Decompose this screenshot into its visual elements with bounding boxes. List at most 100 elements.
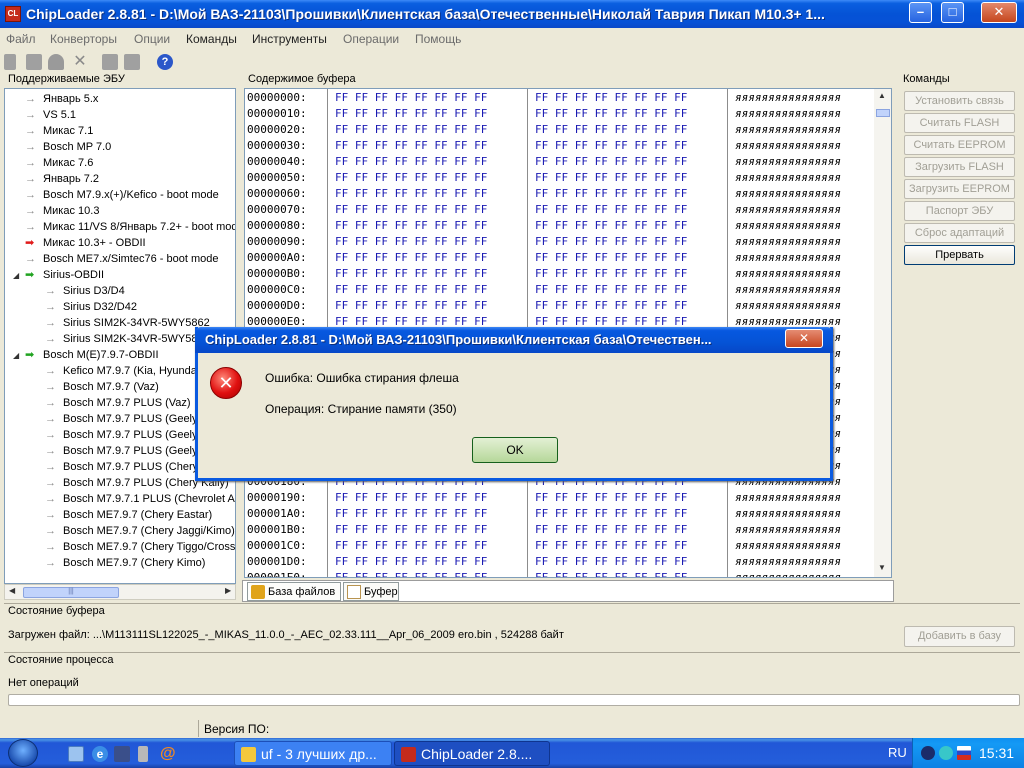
tree-item[interactable]: → Bosch M7.9.7 PLUS (Geely): [45, 427, 201, 443]
tree-item[interactable]: ➡ Sirius-OBDII: [25, 267, 104, 283]
help-icon[interactable]: ?: [157, 54, 173, 70]
cut-icon[interactable]: ✕: [72, 54, 88, 70]
tree-item[interactable]: → Январь 5.x: [25, 91, 98, 107]
flag-icon[interactable]: [957, 746, 971, 760]
hex-row[interactable]: 000001A0: FF FF FF FF FF FF FF FF FF FF FF…: [245, 506, 877, 522]
tree-item[interactable]: → Bosch M7.9.7 (Vaz): [45, 379, 159, 395]
start-button[interactable]: [0, 738, 50, 768]
hex-row[interactable]: 00000040: FF FF FF FF FF FF FF FF FF FF FF…: [245, 154, 877, 170]
hex-row[interactable]: 000000C0: FF FF FF FF FF FF FF FF FF FF FF…: [245, 282, 877, 298]
at-icon[interactable]: @: [160, 746, 176, 762]
tree-item[interactable]: → Bosch M7.9.7 PLUS (Geely): [45, 443, 201, 459]
menu-options[interactable]: Опции: [134, 32, 170, 46]
network-icon[interactable]: [939, 746, 953, 760]
tree-item[interactable]: → Bosch ME7.9.7 (Chery Eastar): [45, 507, 212, 523]
tree-item[interactable]: → Bosch ME7.9.7 (Chery Kimo): [45, 555, 205, 571]
scroll-up-icon[interactable]: ▲: [878, 91, 886, 100]
language-indicator[interactable]: RU: [888, 745, 907, 760]
tab-file-database[interactable]: База файлов: [247, 582, 341, 601]
tree-item[interactable]: → Bosch ME7.9.7 (Chery Tiggo/Cross: [45, 539, 235, 555]
ok-button[interactable]: OK: [472, 437, 558, 463]
buffer-vertical-scrollbar[interactable]: ▲ ▼: [874, 89, 891, 577]
read-flash-button[interactable]: Считать FLASH: [904, 113, 1015, 133]
tree-expander-icon[interactable]: ◢: [13, 351, 22, 360]
connect-button[interactable]: Установить связь: [904, 91, 1015, 111]
load-eeprom-button[interactable]: Загрузить EEPROM: [904, 179, 1015, 199]
tree-item[interactable]: → Sirius SIM2K-34VR-5WY5862: [45, 315, 210, 331]
tree-item[interactable]: → Bosch M7.9.7 PLUS (Geely): [45, 411, 201, 427]
add-to-database-button[interactable]: Добавить в базу: [904, 626, 1015, 647]
tree-horizontal-scrollbar[interactable]: ◀ ||| ▶: [4, 584, 236, 600]
read-eeprom-button[interactable]: Считать EEPROM: [904, 135, 1015, 155]
tree-item[interactable]: ➡ Bosch M(E)7.9.7-OBDII: [25, 347, 159, 363]
tree-expander-icon[interactable]: ◢: [13, 271, 22, 280]
menu-commands[interactable]: Команды: [186, 32, 237, 46]
tree-item[interactable]: → VS 5.1: [25, 107, 76, 123]
hex-row[interactable]: 00000080: FF FF FF FF FF FF FF FF FF FF FF…: [245, 218, 877, 234]
ecu-passport-button[interactable]: Паспорт ЭБУ: [904, 201, 1015, 221]
tree-item[interactable]: → Микас 7.1: [25, 123, 93, 139]
title-bar[interactable]: CL ChipLoader 2.8.81 - D:\Мой ВАЗ-21103\…: [0, 0, 1024, 28]
hex-row[interactable]: 00000050: FF FF FF FF FF FF FF FF FF FF FF…: [245, 170, 877, 186]
show-desktop-icon[interactable]: [68, 746, 84, 762]
scroll-right-icon[interactable]: ▶: [225, 586, 231, 595]
hex-row[interactable]: 00000030: FF FF FF FF FF FF FF FF FF FF FF…: [245, 138, 877, 154]
tree-item[interactable]: → Bosch M7.9.7 PLUS (Chery): [45, 459, 202, 475]
menu-operations[interactable]: Операции: [343, 32, 399, 46]
hex-row[interactable]: 00000010: FF FF FF FF FF FF FF FF FF FF FF…: [245, 106, 877, 122]
hex-row[interactable]: 00000070: FF FF FF FF FF FF FF FF FF FF FF…: [245, 202, 877, 218]
hex-row[interactable]: 00000000: FF FF FF FF FF FF FF FF FF FF FF…: [245, 90, 877, 106]
tree-item[interactable]: ➡ Микас 10.3+ - OBDII: [25, 235, 146, 251]
reset-adaptations-button[interactable]: Сброс адаптаций: [904, 223, 1015, 243]
hex-row[interactable]: 00000190: FF FF FF FF FF FF FF FF FF FF FF…: [245, 490, 877, 506]
pin-icon[interactable]: [4, 54, 16, 70]
undo-icon[interactable]: [48, 54, 64, 70]
tree-item[interactable]: → Микас 10.3: [25, 203, 99, 219]
tree-item[interactable]: → Bosch M7.9.x(+)/Kefico - boot mode: [25, 187, 219, 203]
tree-item[interactable]: → Sirius SIM2K-34VR-5WY58: [45, 331, 198, 347]
tree-item[interactable]: → Sirius D3/D4: [45, 283, 125, 299]
taskbar-item-chiploader[interactable]: ChipLoader 2.8....: [394, 741, 550, 766]
hex-row[interactable]: 00000090: FF FF FF FF FF FF FF FF FF FF FF…: [245, 234, 877, 250]
scroll-left-icon[interactable]: ◀: [9, 586, 15, 595]
hex-row[interactable]: 000000A0: FF FF FF FF FF FF FF FF FF FF FF…: [245, 250, 877, 266]
menu-tools[interactable]: Инструменты: [252, 32, 327, 46]
abort-button[interactable]: Прервать: [904, 245, 1015, 265]
menu-converters[interactable]: Конверторы: [50, 32, 117, 46]
menu-help[interactable]: Помощь: [415, 32, 461, 46]
hex-row[interactable]: 000001B0: FF FF FF FF FF FF FF FF FF FF FF…: [245, 522, 877, 538]
hex-row[interactable]: 00000060: FF FF FF FF FF FF FF FF FF FF FF…: [245, 186, 877, 202]
tree-item[interactable]: → Bosch M7.9.7 PLUS (Vaz): [45, 395, 191, 411]
hex-row[interactable]: 000000D0: FF FF FF FF FF FF FF FF FF FF FF…: [245, 298, 877, 314]
scroll-down-icon[interactable]: ▼: [878, 563, 886, 572]
tree-item[interactable]: → Sirius D32/D42: [45, 299, 137, 315]
hex-row[interactable]: 000001C0: FF FF FF FF FF FF FF FF FF FF FF…: [245, 538, 877, 554]
hex-row[interactable]: 000001D0: FF FF FF FF FF FF FF FF FF FF FF…: [245, 554, 877, 570]
taskbar-item-uf[interactable]: uf - 3 лучших др...: [234, 741, 392, 766]
tool-icon[interactable]: [138, 746, 148, 762]
maximize-button[interactable]: □: [941, 2, 964, 23]
ie-icon[interactable]: e: [92, 746, 108, 762]
tree-item[interactable]: → Микас 7.6: [25, 155, 93, 171]
clock[interactable]: 15:31: [979, 745, 1014, 761]
floppy-icon[interactable]: [114, 746, 130, 762]
minimize-button[interactable]: –: [909, 2, 932, 23]
tree-item[interactable]: → Микас 11/VS 8/Январь 7.2+ - boot mode: [25, 219, 235, 235]
copy-icon[interactable]: [102, 54, 118, 70]
tree-item[interactable]: → Январь 7.2: [25, 171, 99, 187]
tree-item[interactable]: → Bosch MP 7.0: [25, 139, 111, 155]
scroll-thumb[interactable]: |||: [23, 587, 119, 598]
tree-item[interactable]: → Bosch M7.9.7.1 PLUS (Chevrolet A: [45, 491, 235, 507]
menu-file[interactable]: Файл: [6, 32, 36, 46]
save-icon[interactable]: [26, 54, 42, 70]
tab-buffer[interactable]: Буфер: [343, 582, 399, 601]
arrow-tray-icon[interactable]: [921, 746, 935, 760]
tree-item[interactable]: → Kefico M7.9.7 (Kia, Hyundai): [45, 363, 203, 379]
paste-icon[interactable]: [124, 54, 140, 70]
load-flash-button[interactable]: Загрузить FLASH: [904, 157, 1015, 177]
hex-row[interactable]: 000000B0: FF FF FF FF FF FF FF FF FF FF FF…: [245, 266, 877, 282]
tree-item[interactable]: → Bosch ME7.x/Simtec76 - boot mode: [25, 251, 218, 267]
dialog-title-bar[interactable]: ChipLoader 2.8.81 - D:\Мой ВАЗ-21103\Про…: [195, 327, 833, 353]
tree-item[interactable]: → Bosch ME7.9.7 (Chery Jaggi/Kimo): [45, 523, 235, 539]
hex-row[interactable]: 000001E0: FF FF FF FF FF FF FF FF FF FF FF…: [245, 570, 877, 577]
